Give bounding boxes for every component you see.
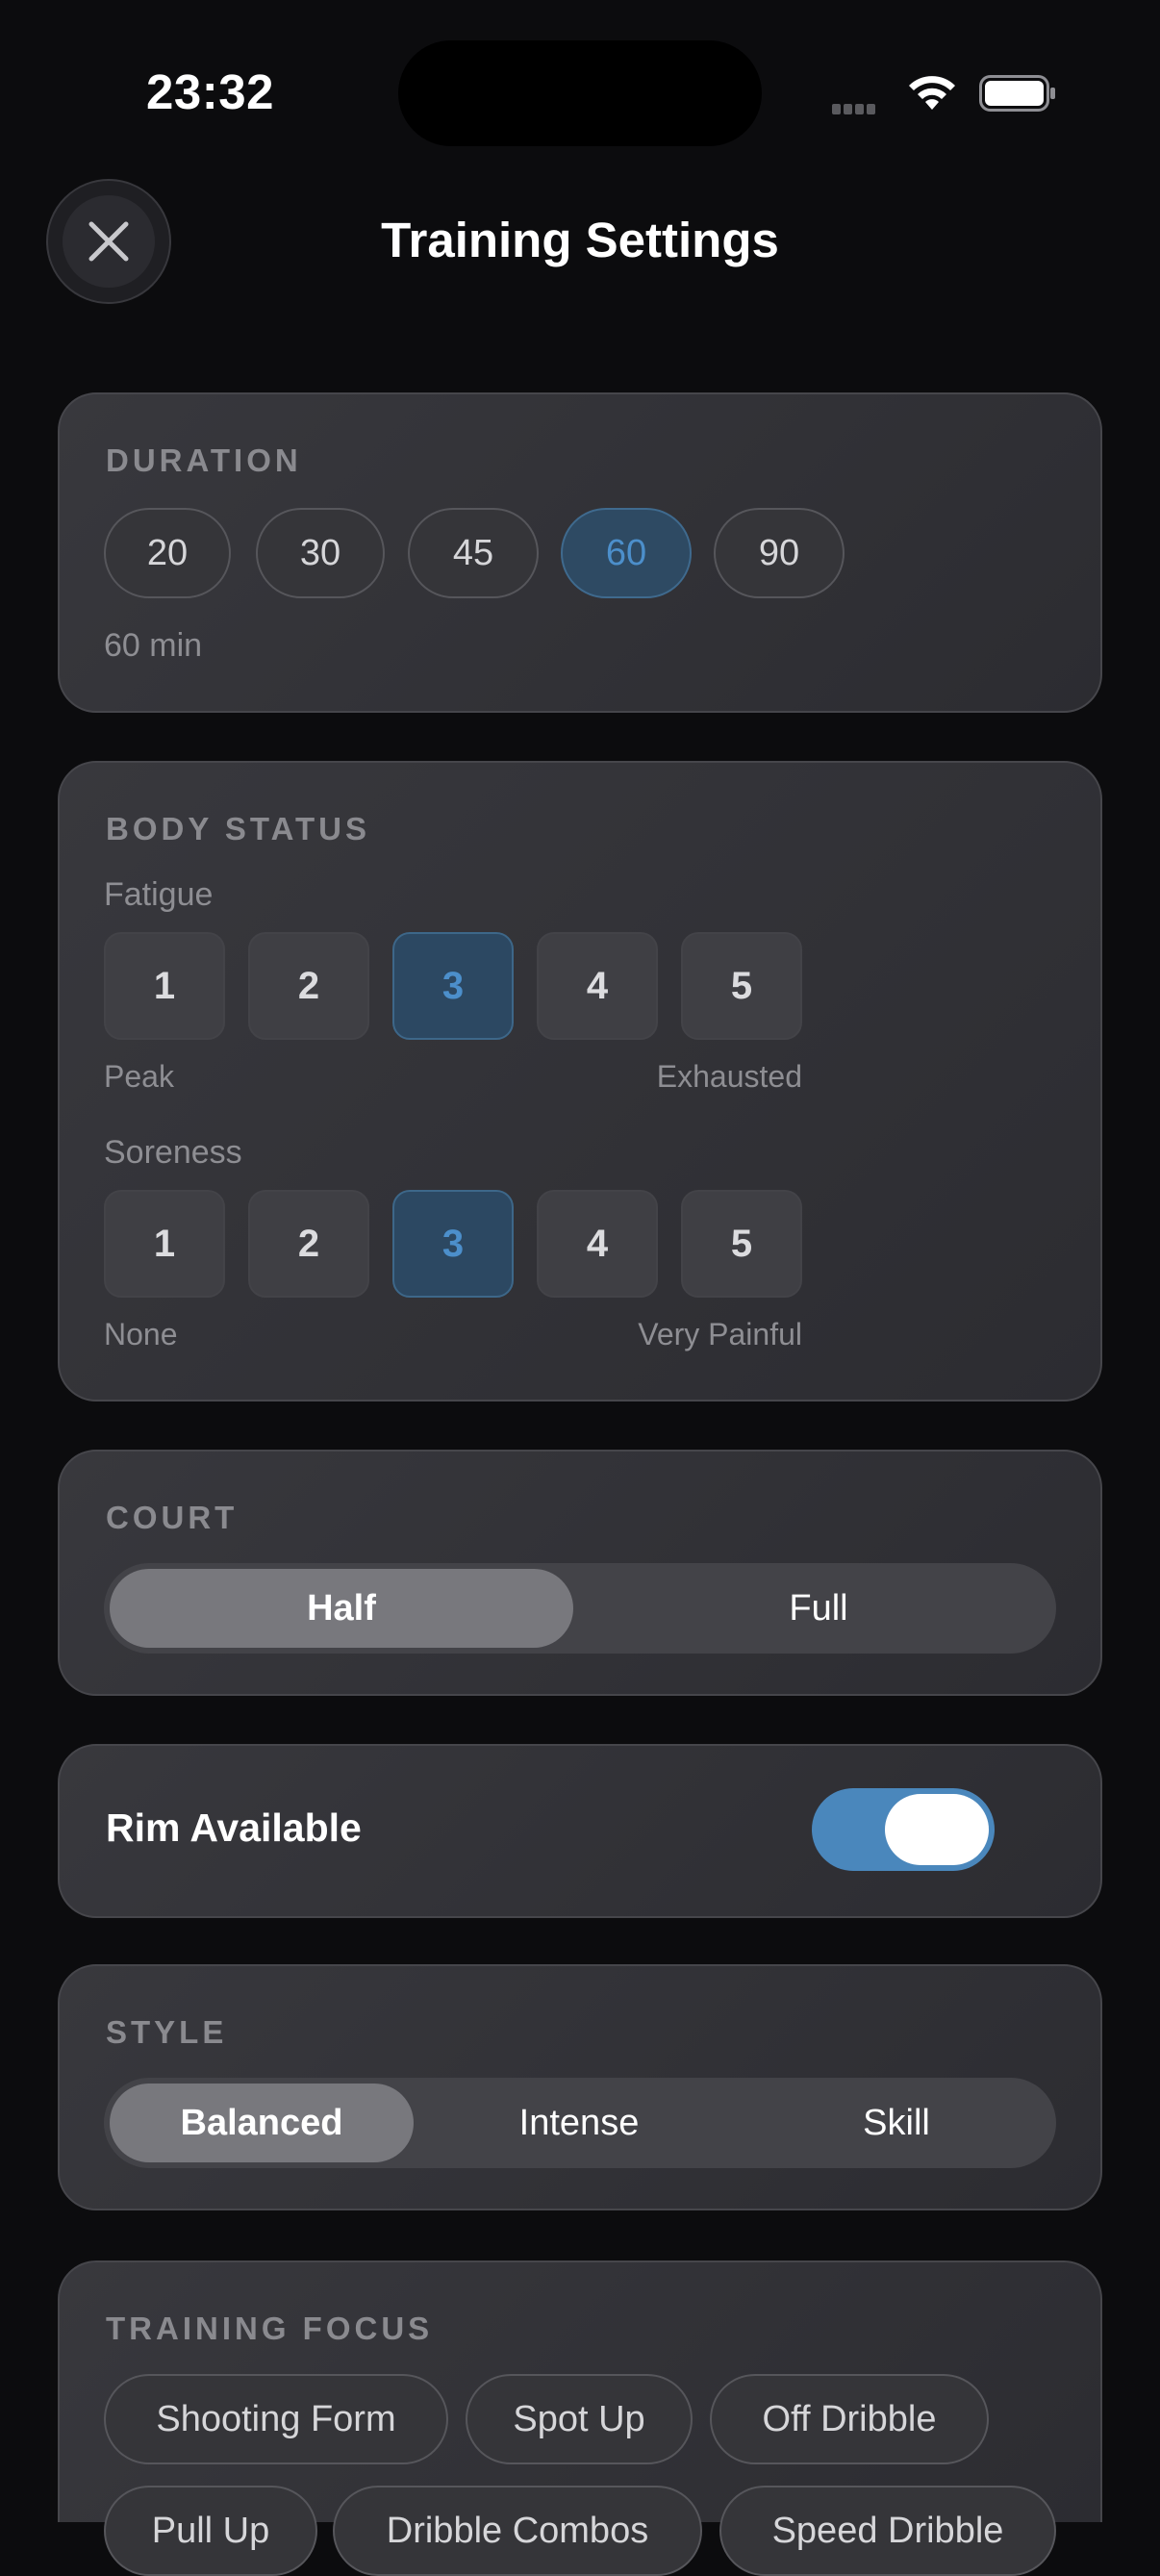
fatigue-option-1[interactable]: 1 bbox=[104, 932, 225, 1040]
toggle-knob bbox=[885, 1794, 989, 1865]
court-title: COURT bbox=[106, 1500, 239, 1535]
style-option-balanced[interactable]: Balanced bbox=[110, 2084, 414, 2162]
soreness-option-3[interactable]: 3 bbox=[392, 1190, 514, 1298]
court-option-half[interactable]: Half bbox=[110, 1569, 573, 1648]
style-title: STYLE bbox=[106, 2014, 228, 2050]
fatigue-option-2[interactable]: 2 bbox=[248, 932, 369, 1040]
rim-available-toggle[interactable] bbox=[812, 1788, 995, 1871]
soreness-option-1[interactable]: 1 bbox=[104, 1190, 225, 1298]
focus-chip-shooting-form[interactable]: Shooting Form bbox=[104, 2374, 448, 2464]
court-card: COURT Half Full bbox=[58, 1450, 1102, 1696]
soreness-high-label: Very Painful bbox=[638, 1317, 802, 1351]
fatigue-label: Fatigue bbox=[104, 876, 214, 913]
body-status-card: BODY STATUS Fatigue 1 2 3 4 5 Peak Exhau… bbox=[58, 761, 1102, 1402]
fatigue-option-4[interactable]: 4 bbox=[537, 932, 658, 1040]
fatigue-option-3[interactable]: 3 bbox=[392, 932, 514, 1040]
soreness-option-5[interactable]: 5 bbox=[681, 1190, 802, 1298]
soreness-label: Soreness bbox=[104, 1134, 242, 1171]
duration-title: DURATION bbox=[106, 442, 302, 478]
focus-chip-speed-dribble[interactable]: Speed Dribble bbox=[719, 2486, 1056, 2576]
style-option-intense[interactable]: Intense bbox=[427, 2084, 731, 2162]
duration-card: DURATION 20 30 45 60 90 60 min bbox=[58, 392, 1102, 713]
rim-available-card: Rim Available bbox=[58, 1744, 1102, 1918]
court-segmented-control: Half Full bbox=[104, 1563, 1056, 1654]
duration-option-30[interactable]: 30 bbox=[256, 508, 385, 598]
fatigue-low-label: Peak bbox=[104, 1059, 174, 1094]
soreness-low-label: None bbox=[104, 1317, 178, 1351]
body-status-title: BODY STATUS bbox=[106, 811, 371, 846]
duration-option-60[interactable]: 60 bbox=[561, 508, 692, 598]
focus-chip-dribble-combos[interactable]: Dribble Combos bbox=[333, 2486, 702, 2576]
style-card: STYLE Balanced Intense Skill bbox=[58, 1964, 1102, 2210]
status-time: 23:32 bbox=[146, 64, 274, 119]
style-option-skill[interactable]: Skill bbox=[744, 2084, 1048, 2162]
fatigue-option-5[interactable]: 5 bbox=[681, 932, 802, 1040]
soreness-option-4[interactable]: 4 bbox=[537, 1190, 658, 1298]
style-segmented-control: Balanced Intense Skill bbox=[104, 2078, 1056, 2168]
training-focus-card: TRAINING FOCUS Shooting Form Spot Up Off… bbox=[58, 2260, 1102, 2576]
soreness-option-2[interactable]: 2 bbox=[248, 1190, 369, 1298]
focus-chip-pull-up[interactable]: Pull Up bbox=[104, 2486, 317, 2576]
court-option-full[interactable]: Full bbox=[587, 1569, 1050, 1648]
duration-option-90[interactable]: 90 bbox=[714, 508, 845, 598]
duration-option-45[interactable]: 45 bbox=[408, 508, 539, 598]
training-focus-title: TRAINING FOCUS bbox=[106, 2311, 434, 2346]
wifi-icon bbox=[909, 76, 955, 110]
dynamic-island bbox=[398, 40, 762, 146]
duration-option-20[interactable]: 20 bbox=[104, 508, 231, 598]
page-title: Training Settings bbox=[381, 213, 779, 267]
focus-chip-spot-up[interactable]: Spot Up bbox=[466, 2374, 693, 2464]
fatigue-high-label: Exhausted bbox=[656, 1059, 802, 1094]
duration-summary: 60 min bbox=[104, 627, 203, 664]
focus-chip-off-dribble[interactable]: Off Dribble bbox=[710, 2374, 989, 2464]
rim-available-label: Rim Available bbox=[106, 1806, 362, 1850]
cellular-icon bbox=[832, 102, 888, 114]
battery-icon bbox=[979, 75, 1055, 112]
